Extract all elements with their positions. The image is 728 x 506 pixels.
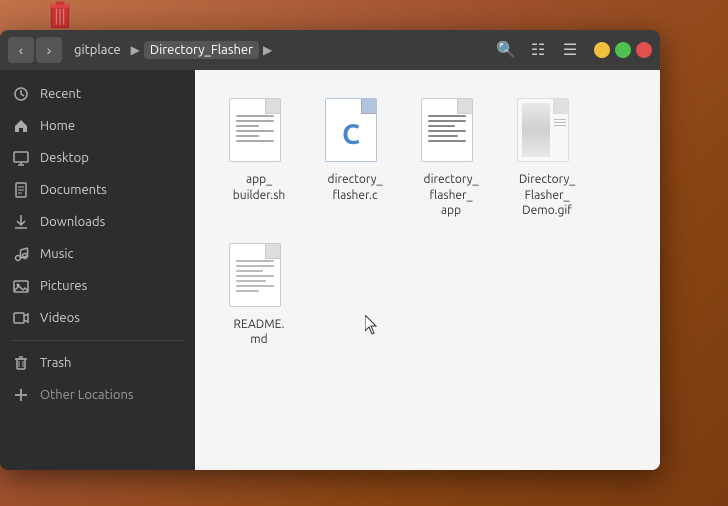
recent-icon [12, 85, 30, 103]
forward-button[interactable]: › [36, 37, 62, 63]
back-button[interactable]: ‹ [8, 37, 34, 63]
downloads-icon [12, 213, 30, 231]
sidebar-item-trash[interactable]: Trash [0, 347, 195, 379]
sidebar-label-other-locations: Other Locations [40, 388, 134, 402]
maximize-button[interactable] [615, 42, 631, 58]
breadcrumb-gitplace[interactable]: gitplace [68, 41, 127, 59]
window-controls [594, 42, 652, 58]
sidebar-item-documents[interactable]: Documents [0, 174, 195, 206]
sidebar-item-home[interactable]: Home [0, 110, 195, 142]
file-item-readme[interactable]: README.md [215, 235, 303, 356]
file-item-directory-flasher-app[interactable]: directory_flasher_app [407, 90, 495, 227]
file-manager-window: ‹ › gitplace ▶ Directory_Flasher ▶ 🔍 ☷ ☰ [0, 30, 660, 470]
music-icon [12, 245, 30, 263]
file-icon-readme [229, 243, 289, 313]
back-icon: ‹ [19, 42, 24, 58]
home-icon [12, 117, 30, 135]
main-content: Recent Home Desktop Documents [0, 70, 660, 470]
file-item-app-builder[interactable]: app_ builder.sh [215, 90, 303, 227]
file-item-directory-flasher-c[interactable]: C directory_flasher.c [311, 90, 399, 227]
view-options-icon: ☷ [531, 40, 545, 60]
menu-icon: ☰ [563, 40, 577, 60]
sidebar-label-documents: Documents [40, 183, 107, 197]
forward-icon: › [47, 42, 52, 58]
sidebar-label-recent: Recent [40, 87, 81, 101]
nav-buttons: ‹ › [8, 37, 62, 63]
file-label-directory-flasher-app: directory_flasher_app [424, 172, 479, 219]
files-area: app_ builder.sh C directory_flasher.c [195, 70, 660, 470]
cursor-position [365, 315, 379, 339]
file-icon-app-builder [229, 98, 289, 168]
breadcrumb: gitplace ▶ Directory_Flasher ▶ [68, 41, 486, 59]
view-options-button[interactable]: ☷ [524, 36, 552, 64]
search-button[interactable]: 🔍 [492, 36, 520, 64]
sidebar: Recent Home Desktop Documents [0, 70, 195, 470]
sidebar-item-music[interactable]: Music [0, 238, 195, 270]
videos-icon [12, 309, 30, 327]
breadcrumb-directory-flasher[interactable]: Directory_Flasher [144, 41, 259, 59]
mouse-cursor [365, 315, 379, 335]
c-file-letter: C [342, 119, 360, 150]
sidebar-label-home: Home [40, 119, 75, 133]
file-label-readme: README.md [234, 317, 285, 348]
breadcrumb-separator: ▶ [131, 43, 140, 57]
file-item-directory-flasher-gif[interactable]: Directory_Flasher_Demo.gif [503, 90, 591, 227]
file-icon-directory-flasher-gif [517, 98, 577, 168]
breadcrumb-end-separator: ▶ [263, 43, 272, 57]
trash-nav-icon [12, 354, 30, 372]
file-icon-directory-flasher-app [421, 98, 481, 168]
search-icon: 🔍 [496, 40, 516, 60]
sidebar-item-downloads[interactable]: Downloads [0, 206, 195, 238]
close-button[interactable] [636, 42, 652, 58]
sidebar-item-videos[interactable]: Videos [0, 302, 195, 334]
sidebar-label-desktop: Desktop [40, 151, 89, 165]
file-icon-directory-flasher-c: C [325, 98, 385, 168]
file-label-directory-flasher-gif: Directory_Flasher_Demo.gif [519, 172, 575, 219]
sidebar-separator [12, 340, 183, 341]
pictures-icon [12, 277, 30, 295]
file-label-directory-flasher-c: directory_flasher.c [328, 172, 383, 203]
file-label-app-builder: app_ builder.sh [219, 172, 299, 203]
titlebar-actions: 🔍 ☷ ☰ [492, 36, 584, 64]
titlebar: ‹ › gitplace ▶ Directory_Flasher ▶ 🔍 ☷ ☰ [0, 30, 660, 70]
sidebar-item-recent[interactable]: Recent [0, 78, 195, 110]
sidebar-label-music: Music [40, 247, 74, 261]
add-location-icon [12, 386, 30, 404]
documents-icon [12, 181, 30, 199]
sidebar-label-videos: Videos [40, 311, 80, 325]
sidebar-label-trash: Trash [40, 356, 71, 370]
menu-button[interactable]: ☰ [556, 36, 584, 64]
sidebar-item-pictures[interactable]: Pictures [0, 270, 195, 302]
sidebar-label-downloads: Downloads [40, 215, 105, 229]
sidebar-item-other-locations[interactable]: Other Locations [0, 379, 195, 411]
sidebar-label-pictures: Pictures [40, 279, 87, 293]
desktop-nav-icon [12, 149, 30, 167]
minimize-button[interactable] [594, 42, 610, 58]
sidebar-item-desktop[interactable]: Desktop [0, 142, 195, 174]
